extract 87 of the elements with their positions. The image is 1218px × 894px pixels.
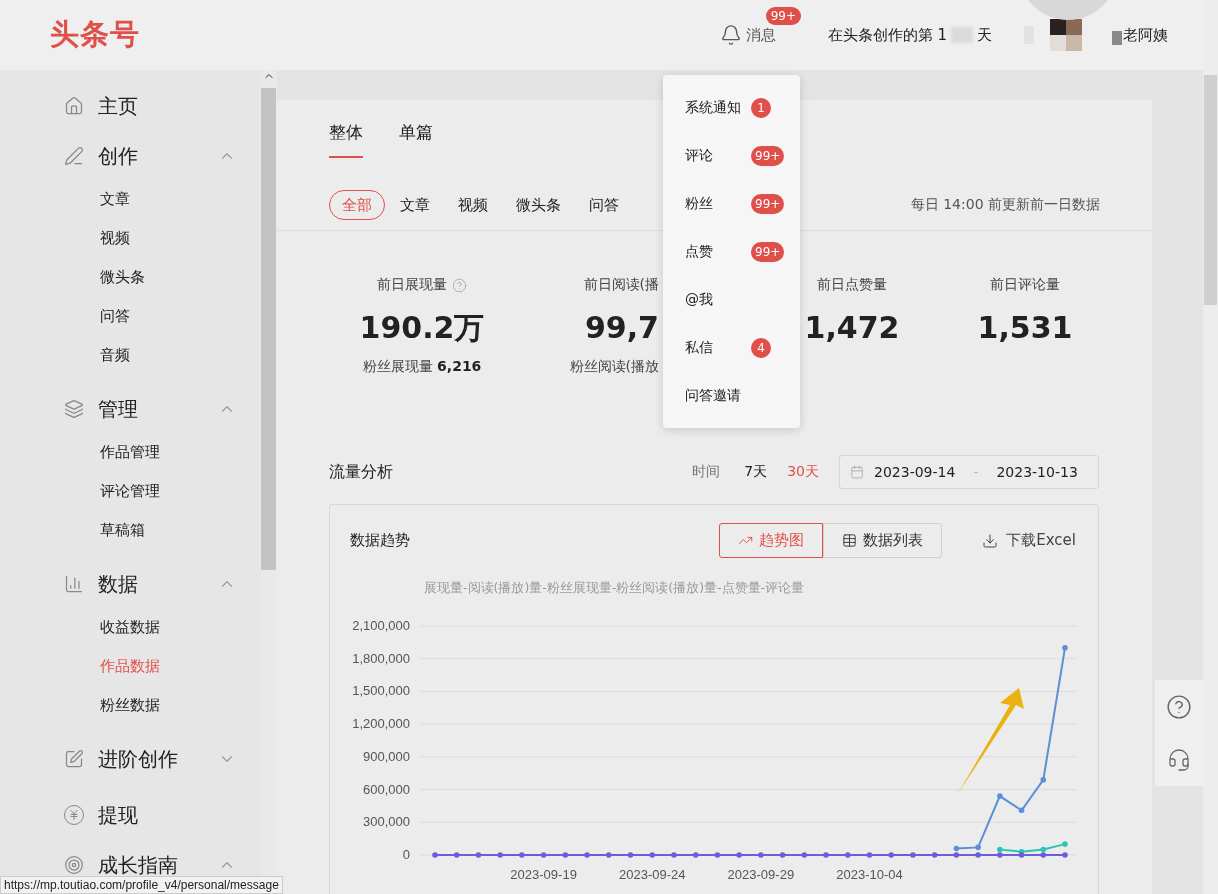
sidebar-item[interactable]: 音频	[0, 336, 260, 375]
y-tick-label: 900,000	[363, 748, 410, 764]
calendar-icon	[850, 465, 864, 479]
download-button[interactable]: 下载Excel	[982, 531, 1076, 550]
count-badge: 99+	[751, 242, 785, 262]
menu-item[interactable]: 评论 99+	[663, 132, 800, 180]
user-name[interactable]: 老阿姨	[1123, 25, 1168, 45]
y-tick-label: 1,200,000	[352, 716, 410, 732]
range-option[interactable]: 7天	[744, 463, 768, 481]
days-text: 天	[977, 25, 992, 45]
sidebar-group[interactable]: 进阶创作	[0, 735, 260, 783]
target-icon	[64, 855, 84, 875]
range-label: 时间	[692, 463, 721, 481]
menu-item[interactable]: @我	[663, 276, 800, 324]
edit-note-icon	[64, 749, 84, 769]
sidebar-item[interactable]: 微头条	[0, 258, 260, 297]
days-text: 在头条创作的第 1	[827, 25, 947, 45]
avatar[interactable]	[1050, 19, 1082, 51]
blurred-mark	[1112, 31, 1122, 45]
stat-value: 1,472	[804, 309, 900, 347]
download-icon	[982, 532, 999, 549]
y-tick-label: 1,800,000	[352, 650, 410, 666]
sidebar-item[interactable]: 评论管理	[0, 472, 260, 511]
tab[interactable]: 整体	[329, 120, 363, 158]
menu-item[interactable]: 系统通知 1	[663, 84, 800, 132]
sidebar-item[interactable]: 草稿箱	[0, 511, 260, 550]
menu-item[interactable]: 私信 4	[663, 324, 800, 372]
count-badge: 1	[751, 98, 771, 118]
filter-pill[interactable]: 问答	[576, 190, 632, 220]
url-tooltip: https://mp.toutiao.com/profile_v4/personal/message	[0, 876, 283, 894]
messages-button[interactable]: 消息	[719, 24, 776, 46]
stat-value: 190.2万	[359, 309, 485, 347]
bar-chart-icon	[64, 574, 84, 594]
sidebar-group[interactable]: 提现	[0, 791, 260, 839]
x-tick-label: 2023-09-19	[510, 867, 577, 882]
filter-pill[interactable]: 视频	[445, 190, 501, 220]
count-badge: 4	[751, 338, 771, 358]
layers-icon	[64, 399, 84, 419]
filter-pill[interactable]: 微头条	[503, 190, 574, 220]
stat-value: 1,531	[977, 309, 1073, 347]
stat-sub-text: 粉丝阅读(播放	[569, 358, 659, 376]
sidebar-item[interactable]: 文章	[0, 180, 260, 219]
sidebar-item[interactable]: 视频	[0, 219, 260, 258]
sidebar-item[interactable]: 作品管理	[0, 433, 260, 472]
sidebar-group[interactable]: 数据	[0, 560, 260, 608]
stat-label: 前日评论量	[990, 276, 1060, 294]
y-tick-label: 600,000	[363, 781, 410, 797]
count-badge: 99+	[751, 146, 785, 166]
sidebar-item[interactable]: 收益数据	[0, 608, 260, 647]
menu-item[interactable]: 问答邀请	[663, 372, 800, 420]
stat-label: 前日阅读(播	[583, 276, 659, 294]
stat-value: 99,7	[584, 309, 659, 347]
help-icon[interactable]	[452, 277, 467, 293]
scrollbar-thumb[interactable]	[261, 88, 276, 570]
chart-title: 数据趋势	[350, 531, 410, 550]
sidebar-group[interactable]: 主页	[0, 82, 260, 130]
update-note: 每日 14:00 前更新前一日数据	[910, 196, 1100, 214]
y-tick-label: 1,500,000	[352, 683, 410, 699]
x-tick-label: 2023-09-29	[727, 867, 795, 882]
count-badge: 99+	[751, 194, 785, 214]
x-tick-label: 2023-10-04	[836, 867, 903, 882]
view-toggle-button[interactable]: 数据列表	[823, 523, 943, 558]
help-button[interactable]	[1166, 694, 1192, 720]
sidebar-group[interactable]: 管理	[0, 385, 260, 433]
sidebar-item[interactable]: 问答	[0, 297, 260, 336]
stat-sub-text: 粉丝展现量 6,216	[362, 358, 482, 376]
y-tick-label: 300,000	[363, 814, 410, 830]
table-icon	[842, 533, 858, 548]
date-range-field[interactable]: 2023-09-14 - 2023-10-13	[839, 455, 1099, 489]
menu-item[interactable]: 粉丝 99+	[663, 180, 800, 228]
home-icon	[64, 96, 84, 116]
pencil-icon	[64, 146, 84, 166]
chart-legend: 展现量-阅读(播放)量-粉丝展现量-粉丝阅读(播放)量-点赞量-评论量	[424, 580, 1076, 597]
x-tick-label: 2023-09-24	[619, 867, 686, 882]
support-button[interactable]	[1167, 748, 1191, 772]
stat-label: 前日点赞量	[817, 276, 887, 294]
message-count-badge: 99+	[765, 7, 801, 25]
section-title: 流量分析	[329, 461, 393, 483]
tab[interactable]: 单篇	[399, 120, 433, 158]
filter-pill[interactable]: 文章	[387, 190, 443, 220]
sidebar-item[interactable]: 粉丝数据	[0, 686, 260, 725]
y-tick-label: 0	[402, 847, 410, 862]
sidebar-group[interactable]: 创作	[0, 132, 260, 180]
stat-label: 前日展现量	[377, 276, 447, 294]
bell-icon	[719, 24, 742, 46]
menu-item[interactable]: 点赞 99+	[663, 228, 800, 276]
y-tick-label: 2,100,000	[352, 618, 410, 633]
